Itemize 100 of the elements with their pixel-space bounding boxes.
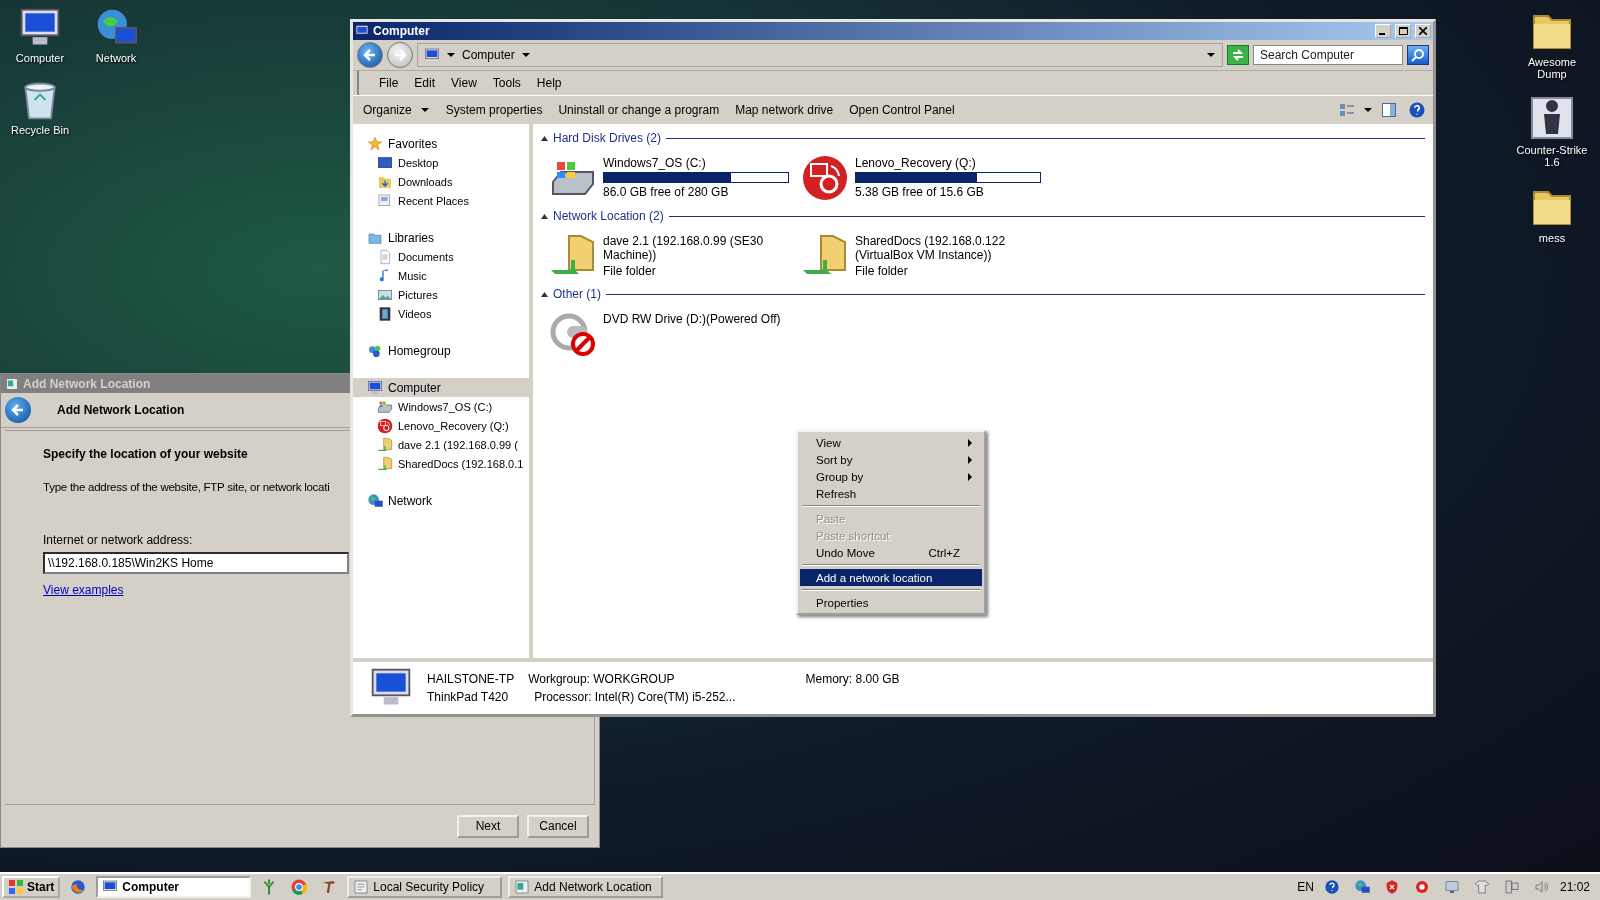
address-bar[interactable]: Computer — [417, 43, 1223, 67]
document-icon — [377, 248, 393, 265]
nav-item[interactable]: Windows7_OS (C:) — [353, 397, 529, 416]
computer-name: HAILSTONE-TP — [427, 672, 515, 686]
command-button[interactable]: Open Control Panel — [843, 101, 961, 119]
field-label: Internet or network address: — [43, 533, 194, 547]
context-menu-item[interactable]: Properties — [800, 594, 982, 611]
caret-icon — [446, 50, 456, 60]
command-button[interactable]: Map network drive — [729, 101, 840, 119]
nav-item[interactable]: Music — [353, 266, 529, 285]
desktop-icon-label[interactable]: Counter-Strike 1.6 — [1516, 144, 1588, 168]
speaker-icon — [1533, 879, 1550, 895]
clock[interactable]: 21:02 — [1559, 880, 1590, 894]
drive-tile[interactable]: dave 2.1 (192.168.0.99 (SE30 Machine)) File folder — [549, 232, 789, 280]
item-name: Lenovo_Recovery (Q:) — [855, 156, 977, 170]
back-button[interactable] — [357, 42, 383, 68]
disc-icon — [1413, 879, 1430, 895]
free-space-text: 86.0 GB free of 280 GB — [603, 185, 730, 199]
menu-item[interactable]: File — [371, 76, 407, 90]
caret-icon — [1363, 105, 1373, 115]
desktop-icon-label[interactable]: Network — [95, 52, 137, 64]
group-header[interactable]: Network Location (2) — [553, 209, 664, 223]
refresh-button[interactable] — [1227, 45, 1249, 65]
close-button[interactable] — [1415, 24, 1431, 38]
collapse-caret-icon[interactable] — [541, 135, 548, 141]
menu-item[interactable]: Help — [528, 76, 570, 90]
taskbar-button[interactable]: Add Network Location — [508, 876, 664, 898]
nav-item[interactable]: Documents — [353, 247, 529, 266]
nav-item[interactable]: Lenovo_Recovery (Q:) — [353, 416, 529, 435]
search-field[interactable]: Search Computer — [1253, 45, 1403, 65]
back-button[interactable] — [5, 397, 31, 423]
film-icon — [377, 305, 393, 322]
search-button[interactable] — [1407, 45, 1429, 65]
context-menu-item[interactable]: Undo Move Ctrl+Z — [800, 544, 982, 561]
maximize-button[interactable] — [1395, 24, 1411, 38]
context-menu-item[interactable]: Sort by — [800, 451, 982, 468]
nav-item[interactable]: Network — [353, 491, 529, 510]
address-input-field[interactable]: \\192.168.0.185\Win2KS Home — [43, 552, 349, 574]
desktop-icon — [377, 154, 393, 171]
help-icon — [1323, 879, 1340, 895]
forward-button[interactable] — [387, 42, 413, 68]
processor-text: Processor: Intel(R) Core(TM) i5-252... — [533, 690, 736, 704]
command-button[interactable]: Uninstall or change a program — [552, 101, 726, 119]
computer-icon — [355, 24, 369, 38]
group-header[interactable]: Other (1) — [553, 287, 601, 301]
nav-item[interactable]: Downloads — [353, 172, 529, 191]
computer-model: ThinkPad T420 — [427, 690, 510, 704]
back-arrow-icon — [363, 48, 377, 62]
forward-arrow-icon — [393, 48, 407, 62]
menu-item[interactable]: Edit — [406, 76, 444, 90]
desktop-icon-label[interactable]: mess — [1538, 232, 1566, 244]
back-arrow-icon — [11, 403, 25, 417]
dialog-button[interactable]: Cancel — [527, 814, 589, 838]
window-title: Computer — [373, 24, 431, 38]
nav-item[interactable]: Pictures — [353, 285, 529, 304]
nav-item[interactable]: Recent Places — [353, 191, 529, 210]
nav-item[interactable]: Computer — [353, 378, 529, 397]
taskbar-button[interactable]: Computer — [96, 876, 252, 898]
computer-icon — [367, 379, 383, 396]
caret-icon — [520, 50, 531, 60]
chrome-icon — [290, 878, 309, 896]
desktop-icon-label[interactable]: Awesome Dump — [1516, 56, 1588, 80]
collapse-caret-icon[interactable] — [541, 213, 548, 219]
nav-item[interactable]: Videos — [353, 304, 529, 323]
language-indicator[interactable]: EN — [1297, 880, 1314, 894]
command-button[interactable]: System properties — [439, 101, 549, 119]
taskbar-button[interactable]: Local Security Policy — [347, 876, 503, 898]
minimize-button[interactable] — [1375, 24, 1391, 38]
collapse-caret-icon[interactable] — [541, 291, 548, 297]
soldier-icon — [1528, 94, 1576, 142]
desktop-icon-label[interactable]: Computer — [15, 52, 65, 64]
command-button[interactable]: Organize — [357, 101, 436, 119]
context-menu-item[interactable]: Add a network location — [800, 569, 982, 586]
menu-item[interactable]: View — [443, 76, 485, 90]
dialog-button[interactable]: Next — [457, 814, 519, 838]
nav-item[interactable]: SharedDocs (192.168.0.1 — [353, 454, 529, 473]
menu-item[interactable]: Tools — [484, 76, 529, 90]
nav-item[interactable]: dave 2.1 (192.168.0.99 ( — [353, 435, 529, 454]
globe-icon — [367, 492, 383, 509]
desktop-icon-label[interactable]: Recycle Bin — [10, 124, 70, 136]
nav-item[interactable]: Libraries — [353, 228, 529, 247]
nav-item[interactable]: Homegroup — [353, 341, 529, 360]
breadcrumb[interactable]: Computer — [462, 48, 515, 62]
context-menu-item[interactable]: View — [800, 434, 982, 451]
start-button[interactable]: Start — [2, 876, 61, 898]
maximize-icon — [1398, 27, 1408, 35]
context-menu-item[interactable]: Group by — [800, 468, 982, 485]
nav-item[interactable]: Favorites — [353, 134, 529, 153]
view-examples-link[interactable]: View examples — [43, 583, 124, 597]
drive-tile[interactable]: DVD RW Drive (D:)(Powered Off) — [549, 310, 789, 358]
drive-tile[interactable]: SharedDocs (192.168.0.122 (VirtualBox VM Instance)) File folder — [801, 232, 1041, 280]
network-folder-icon — [377, 436, 393, 453]
recovery-disc-icon — [801, 154, 849, 202]
monitor-icon — [1443, 879, 1460, 895]
group-header[interactable]: Hard Disk Drives (2) — [553, 131, 661, 145]
drive-tile[interactable]: Lenovo_Recovery (Q:) 5.38 GB free of 15.6 GB — [801, 154, 1041, 202]
context-menu-item[interactable]: Refresh — [800, 485, 982, 502]
drive-tile[interactable]: Windows7_OS (C:) 86.0 GB free of 280 GB — [549, 154, 789, 202]
nav-item[interactable]: Desktop — [353, 153, 529, 172]
item-type: File folder — [603, 264, 657, 278]
